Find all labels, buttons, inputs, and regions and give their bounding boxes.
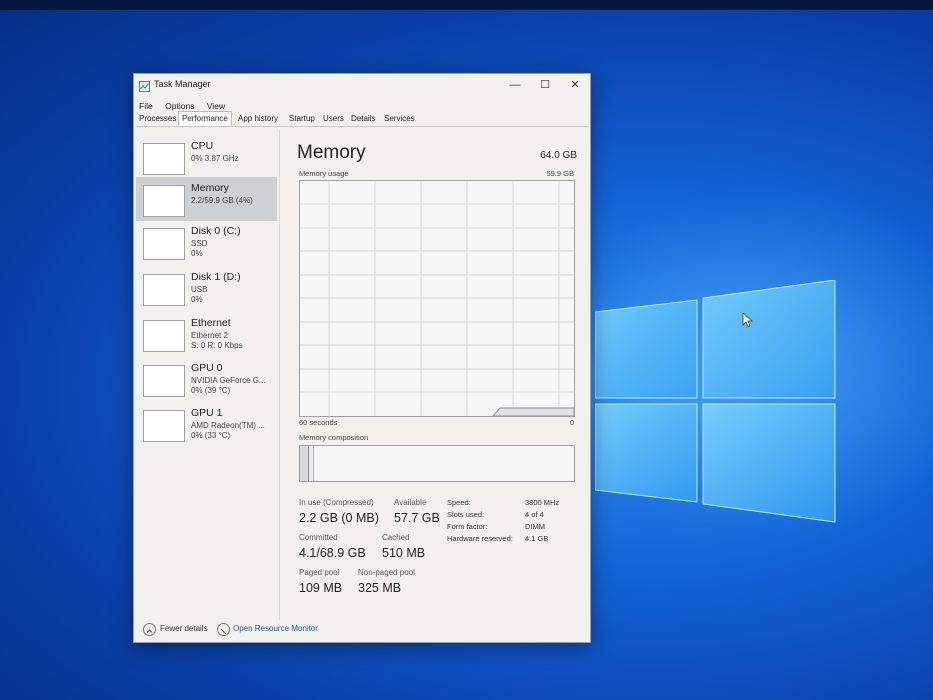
resource-ethernet[interactable]: Ethernet Ethernet 2 S: 0 R: 0 Kbps (136, 312, 277, 356)
resource-list: CPU 0% 3.87 GHz Memory 2.2/59.9 GB (4%) … (136, 130, 280, 620)
title-bar[interactable]: Task Manager — ☐ ✕ (134, 74, 590, 96)
speed-label: Speed: (447, 498, 471, 507)
cached-segment (309, 446, 314, 481)
resource-monitor-icon[interactable] (217, 623, 230, 636)
tab-users[interactable]: Users (320, 112, 347, 125)
form-factor-label: Form factor: (447, 522, 488, 531)
committed-label: Committed (299, 533, 338, 542)
tab-processes[interactable]: Processes (136, 112, 179, 125)
hardware-reserved-label: Hardware reserved: (447, 534, 513, 543)
footer-bar: Fewer details Open Resource Monitor (134, 619, 590, 641)
cached-value: 510 MB (382, 546, 426, 560)
memory-usage-max: 59.9 GB (546, 169, 574, 178)
tab-app-history[interactable]: App history (235, 112, 281, 125)
minimize-button[interactable]: — (500, 74, 530, 96)
fewer-details-link[interactable]: Fewer details (160, 624, 208, 633)
memory-mini-graph (143, 185, 185, 217)
available-value: 57.7 GB (394, 511, 440, 525)
tab-performance[interactable]: Performance (178, 111, 232, 126)
ethernet-mini-graph (143, 320, 185, 352)
windows-logo (594, 279, 840, 525)
resource-cpu[interactable]: CPU 0% 3.87 GHz (136, 135, 277, 179)
chevron-up-icon[interactable] (143, 623, 156, 636)
non-paged-pool-value: 325 MB (358, 581, 402, 595)
resource-memory[interactable]: Memory 2.2/59.9 GB (4%) (136, 177, 277, 221)
slots-used-label: Slots used: (447, 510, 485, 519)
resource-disk-0[interactable]: Disk 0 (C:) SSD 0% (136, 220, 277, 264)
non-paged-pool-label: Non-paged pool (358, 568, 415, 577)
slots-used-value: 4 of 4 (525, 510, 544, 519)
form-factor-value: DIMM (525, 522, 545, 531)
memory-usage-graph (299, 180, 575, 417)
available-label: Available (394, 498, 427, 507)
memory-total: 64.0 GB (540, 150, 577, 161)
memory-panel: Memory 64.0 GB Memory usage 59.9 GB 60 s… (294, 138, 579, 608)
gpu-1-mini-graph (143, 410, 185, 442)
memory-composition-bar (299, 445, 575, 482)
gpu-0-mini-graph (143, 365, 185, 397)
menu-file[interactable]: File (139, 99, 153, 113)
memory-usage-label: Memory usage (299, 169, 349, 178)
task-manager-icon (139, 79, 150, 92)
tab-details[interactable]: Details (348, 112, 378, 125)
tab-startup[interactable]: Startup (286, 112, 318, 125)
disk-1-mini-graph (143, 274, 185, 306)
memory-composition-label: Memory composition (299, 433, 369, 442)
tab-services[interactable]: Services (381, 112, 418, 125)
window-title: Task Manager (154, 79, 211, 89)
maximize-button[interactable]: ☐ (530, 74, 560, 96)
hardware-reserved-value: 4.1 GB (525, 534, 549, 543)
monitor-bezel (0, 0, 933, 10)
mouse-cursor-icon (742, 312, 754, 328)
committed-value: 4.1/68.9 GB (299, 546, 366, 560)
cached-label: Cached (382, 533, 410, 542)
in-use-segment (300, 446, 309, 481)
resource-gpu-1[interactable]: GPU 1 AMD Radeon(TM) ... 0% (33 °C) (136, 402, 277, 446)
menu-bar: File Options View (134, 96, 590, 113)
panel-title: Memory (297, 142, 366, 163)
in-use-label: In use (Compressed) (299, 498, 374, 507)
close-button[interactable]: ✕ (560, 74, 590, 96)
speed-value: 3800 MHz (525, 498, 560, 507)
graph-time-left: 60 seconds (299, 418, 338, 427)
resource-gpu-0[interactable]: GPU 0 NVIDIA GeForce G... 0% (39 °C) (136, 357, 277, 401)
tab-bar: Processes Performance App history Startu… (136, 111, 588, 127)
task-manager-window[interactable]: Task Manager — ☐ ✕ File Options View Pro… (133, 73, 591, 643)
graph-time-right: 0 (569, 418, 574, 427)
resource-disk-1[interactable]: Disk 1 (D:) USB 0% (136, 266, 277, 310)
disk-0-mini-graph (143, 228, 185, 260)
paged-pool-value: 109 MB (299, 581, 343, 595)
in-use-value: 2.2 GB (0 MB) (299, 511, 379, 525)
open-resource-monitor-link[interactable]: Open Resource Monitor (233, 624, 318, 633)
cpu-mini-graph (143, 143, 185, 175)
paged-pool-label: Paged pool (299, 568, 340, 577)
